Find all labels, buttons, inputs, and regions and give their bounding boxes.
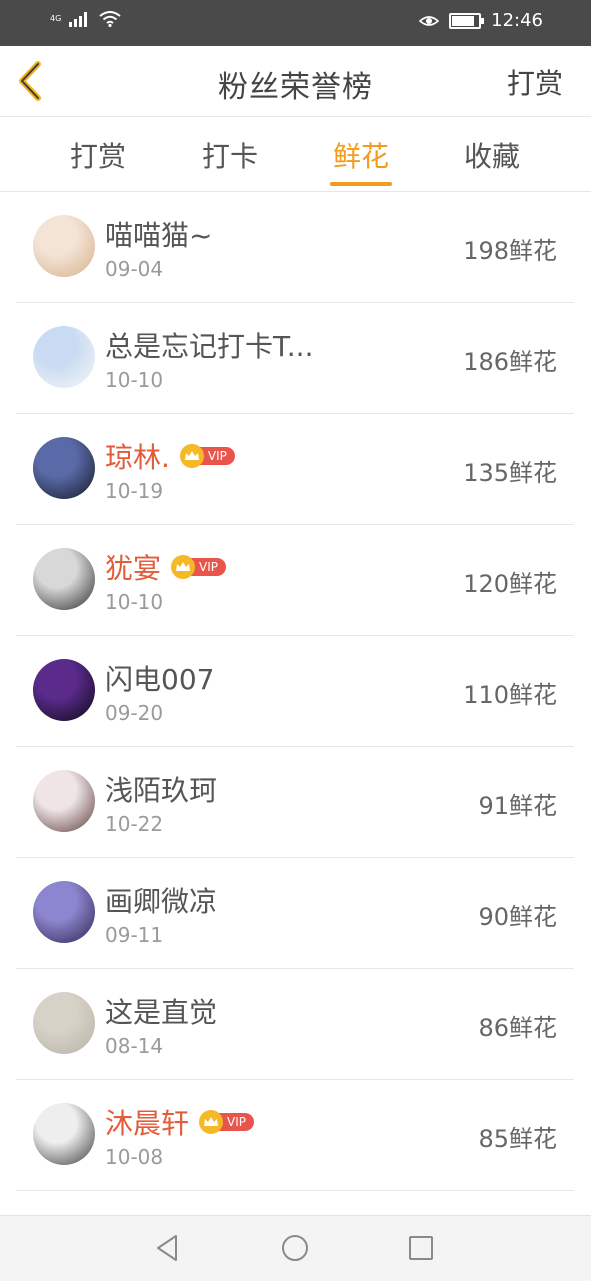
triangle-back-icon [157, 1235, 177, 1261]
wifi-icon [99, 11, 121, 27]
status-bar: 4G 12:46 [0, 0, 591, 46]
fan-date: 09-04 [105, 257, 164, 281]
network-type: 4G [50, 14, 62, 23]
crown-icon [179, 444, 204, 468]
tab-bar: 打赏 打卡 鲜花 收藏 [0, 117, 591, 192]
fan-name: 总是忘记打卡T... [105, 325, 313, 365]
fan-date: 09-11 [105, 923, 164, 947]
nav-back-button[interactable] [152, 1232, 184, 1264]
crown-icon [171, 555, 196, 579]
fan-date: 08-14 [105, 1034, 164, 1058]
fan-name-text: 总是忘记打卡T... [105, 330, 314, 363]
crown-icon [199, 1110, 224, 1134]
fan-name-text: 琼林. [105, 441, 170, 474]
status-right: 12:46 [419, 10, 543, 31]
fan-name: 琼林. VIP [105, 436, 235, 476]
fan-name: 犹宴 VIP [105, 547, 226, 587]
fan-row[interactable]: 喵喵猫~ 09-04 198鲜花 [16, 192, 574, 303]
fan-name: 这是直觉 [105, 991, 217, 1031]
status-left: 4G [50, 11, 121, 27]
vip-badge: VIP [171, 555, 226, 579]
fan-date: 10-10 [105, 590, 164, 614]
fan-date: 10-08 [105, 1145, 164, 1169]
clock: 12:46 [491, 10, 543, 31]
flower-count: 90鲜花 [478, 903, 557, 931]
header: 粉丝荣誉榜 打赏 [0, 46, 591, 117]
avatar[interactable] [33, 770, 95, 832]
vip-badge: VIP [179, 444, 235, 468]
fan-row[interactable]: 这是直觉 08-14 86鲜花 [16, 969, 574, 1080]
eye-comfort-icon [419, 15, 440, 26]
avatar[interactable] [33, 326, 95, 388]
nav-recents-button[interactable] [405, 1232, 437, 1264]
fan-row[interactable]: 犹宴 VIP 10-10 120鲜花 [16, 525, 574, 636]
fan-name: 画卿微凉 [105, 880, 217, 920]
fan-row[interactable]: 总是忘记打卡T... 10-10 186鲜花 [16, 303, 574, 414]
reward-button[interactable]: 打赏 [507, 62, 563, 102]
battery-fill [452, 15, 474, 26]
battery-icon [449, 12, 485, 29]
fan-row[interactable]: 沐晨轩 VIP 10-08 85鲜花 [16, 1080, 574, 1191]
fan-date: 09-20 [105, 701, 164, 725]
fan-name-text: 喵喵猫~ [105, 219, 213, 252]
fan-name: 沐晨轩 VIP [105, 1102, 254, 1142]
fan-name: 喵喵猫~ [105, 214, 212, 254]
fan-row[interactable]: 浅陌玖珂 10-22 91鲜花 [16, 747, 574, 858]
fan-name-text: 画卿微凉 [105, 885, 218, 918]
circle-home-icon [282, 1235, 308, 1261]
system-nav-bar [0, 1215, 591, 1281]
avatar[interactable] [33, 659, 95, 721]
flower-count: 91鲜花 [478, 792, 557, 820]
fan-row[interactable]: 琼林. VIP 10-19 135鲜花 [16, 414, 574, 525]
tab-checkin[interactable]: 打卡 [180, 135, 280, 175]
nav-home-button[interactable] [279, 1232, 311, 1264]
vip-badge: VIP [199, 1110, 254, 1134]
flower-count: 110鲜花 [463, 681, 557, 709]
fan-name-text: 闪电007 [105, 663, 215, 696]
avatar[interactable] [33, 992, 95, 1054]
tab-reward[interactable]: 打赏 [48, 135, 148, 175]
fan-date: 10-19 [105, 479, 164, 503]
avatar[interactable] [33, 437, 95, 499]
fan-name-text: 这是直觉 [105, 996, 218, 1029]
page-title: 粉丝荣誉榜 [218, 70, 373, 105]
flower-count: 186鲜花 [463, 348, 557, 376]
fan-name-text: 浅陌玖珂 [105, 774, 218, 807]
flower-count: 198鲜花 [463, 237, 557, 265]
flower-count: 86鲜花 [478, 1014, 557, 1042]
fan-date: 10-10 [105, 368, 164, 392]
active-tab-indicator [330, 182, 392, 186]
fan-date: 10-22 [105, 812, 164, 836]
fan-row[interactable]: 闪电007 09-20 110鲜花 [16, 636, 574, 747]
avatar[interactable] [33, 215, 95, 277]
fan-row[interactable]: 画卿微凉 09-11 90鲜花 [16, 858, 574, 969]
tab-flowers[interactable]: 鲜花 [311, 135, 411, 175]
flower-count: 85鲜花 [478, 1125, 557, 1153]
fan-list: 喵喵猫~ 09-04 198鲜花总是忘记打卡T... 10-10 186鲜花琼林. VIP… [16, 192, 574, 1191]
avatar[interactable] [33, 881, 95, 943]
fan-name-text: 沐晨轩 [105, 1107, 190, 1140]
fan-name-text: 犹宴 [105, 552, 162, 585]
flower-count: 120鲜花 [463, 570, 557, 598]
square-recents-icon [409, 1236, 433, 1260]
cell-signal-icon [69, 12, 88, 27]
fan-name: 浅陌玖珂 [105, 769, 217, 809]
flower-count: 135鲜花 [463, 459, 557, 487]
avatar[interactable] [33, 548, 95, 610]
fan-name: 闪电007 [105, 658, 214, 698]
avatar[interactable] [33, 1103, 95, 1165]
tab-favorites[interactable]: 收藏 [442, 135, 542, 175]
